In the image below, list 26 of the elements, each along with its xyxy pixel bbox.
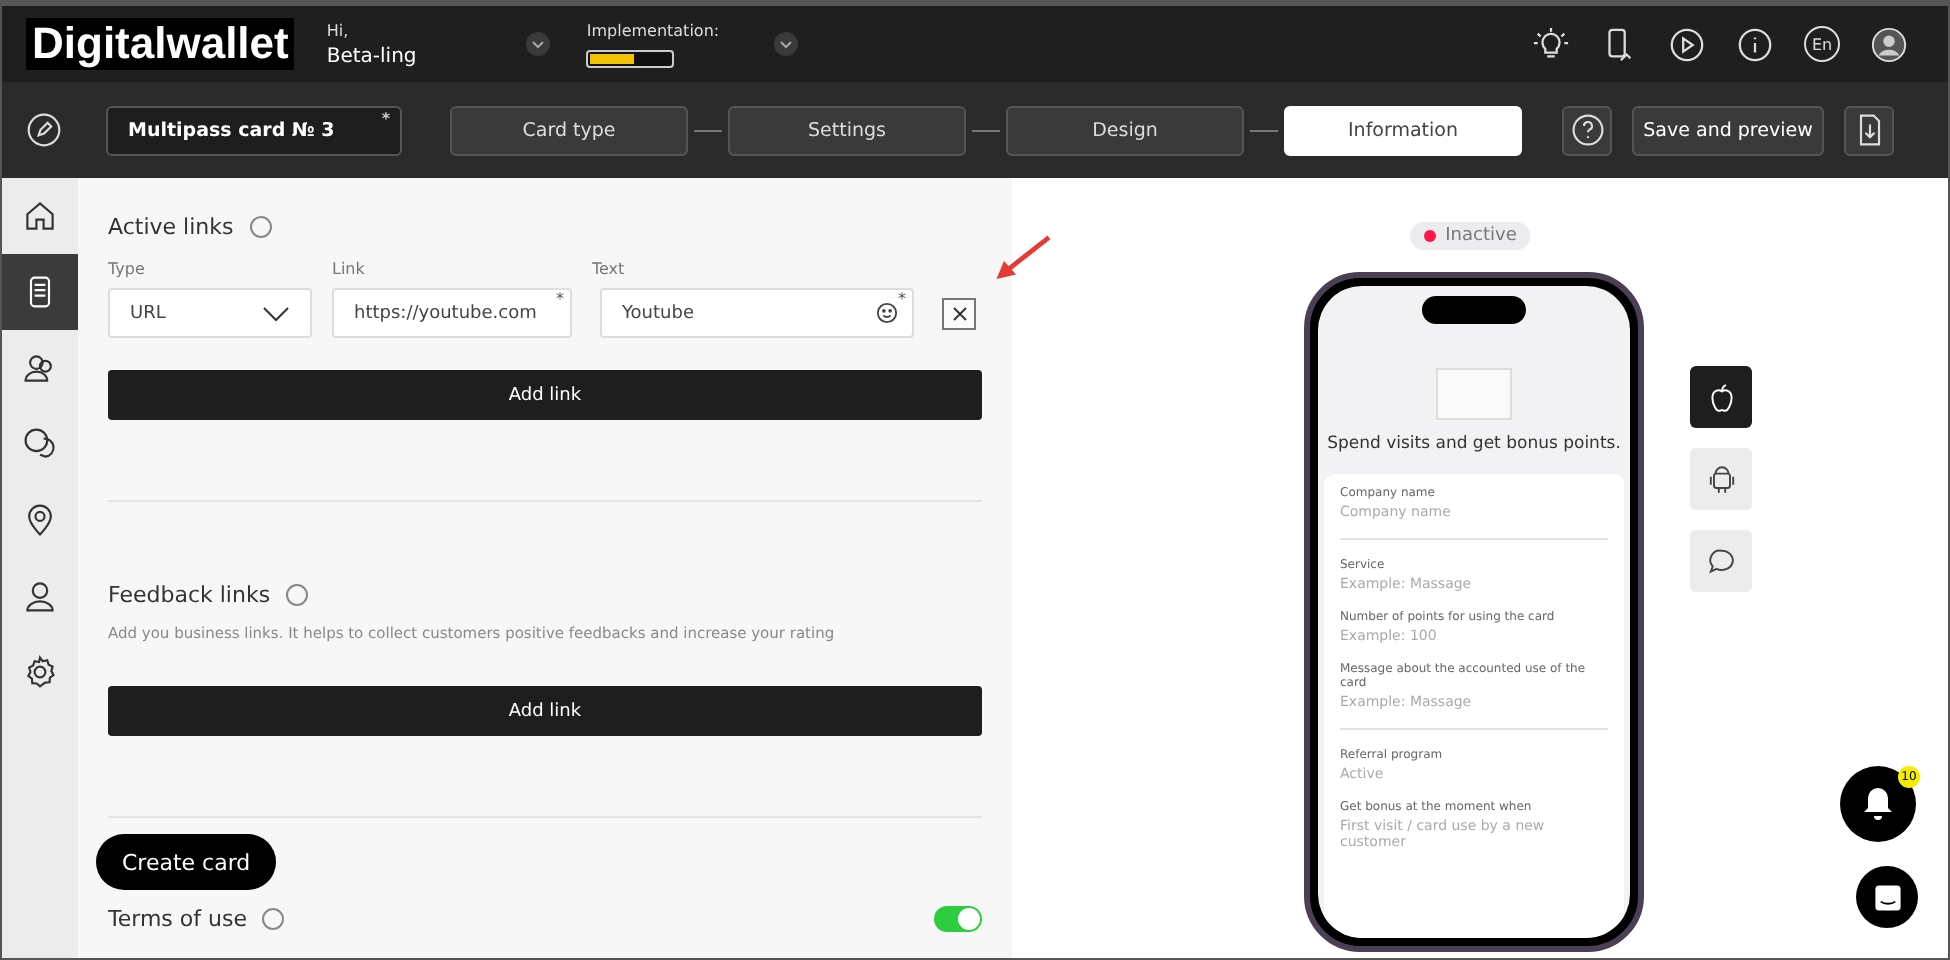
user-name: Beta-ling [326,45,419,67]
logo: Digitalwallet [26,18,295,70]
step-tab[interactable]: Information [1284,105,1522,155]
card-headline: Spend visits and get bonus points. [1327,434,1621,454]
card-name-field[interactable]: Multipass card № 3 * [106,105,402,155]
field-label: Type [108,260,147,278]
required-mark: * [381,109,390,127]
create-card-button[interactable]: Create card [96,834,277,890]
required-mark: * [556,290,564,308]
status-badge: Inactive [1409,222,1531,250]
step-tab[interactable]: Design [1006,105,1244,155]
greeting: Hi, [326,21,351,39]
save-preview-button[interactable]: Save and preview [1632,105,1824,155]
required-mark: * [898,290,906,308]
section-title: Active links [108,214,234,240]
implementation-label: Implementation: [586,21,722,39]
field-label: Link [332,260,367,278]
type-dropdown[interactable]: URL [108,288,312,338]
language-button[interactable]: En [1804,26,1840,62]
field-label: Text [592,260,627,278]
section-title: Terms of use [108,906,247,932]
step-tab[interactable]: Settings [728,105,966,155]
step-tab[interactable]: Card type [450,105,688,155]
add-link-button[interactable]: Add link [108,686,982,736]
add-link-button[interactable]: Add link [108,370,982,420]
section-title: Feedback links [108,582,271,608]
